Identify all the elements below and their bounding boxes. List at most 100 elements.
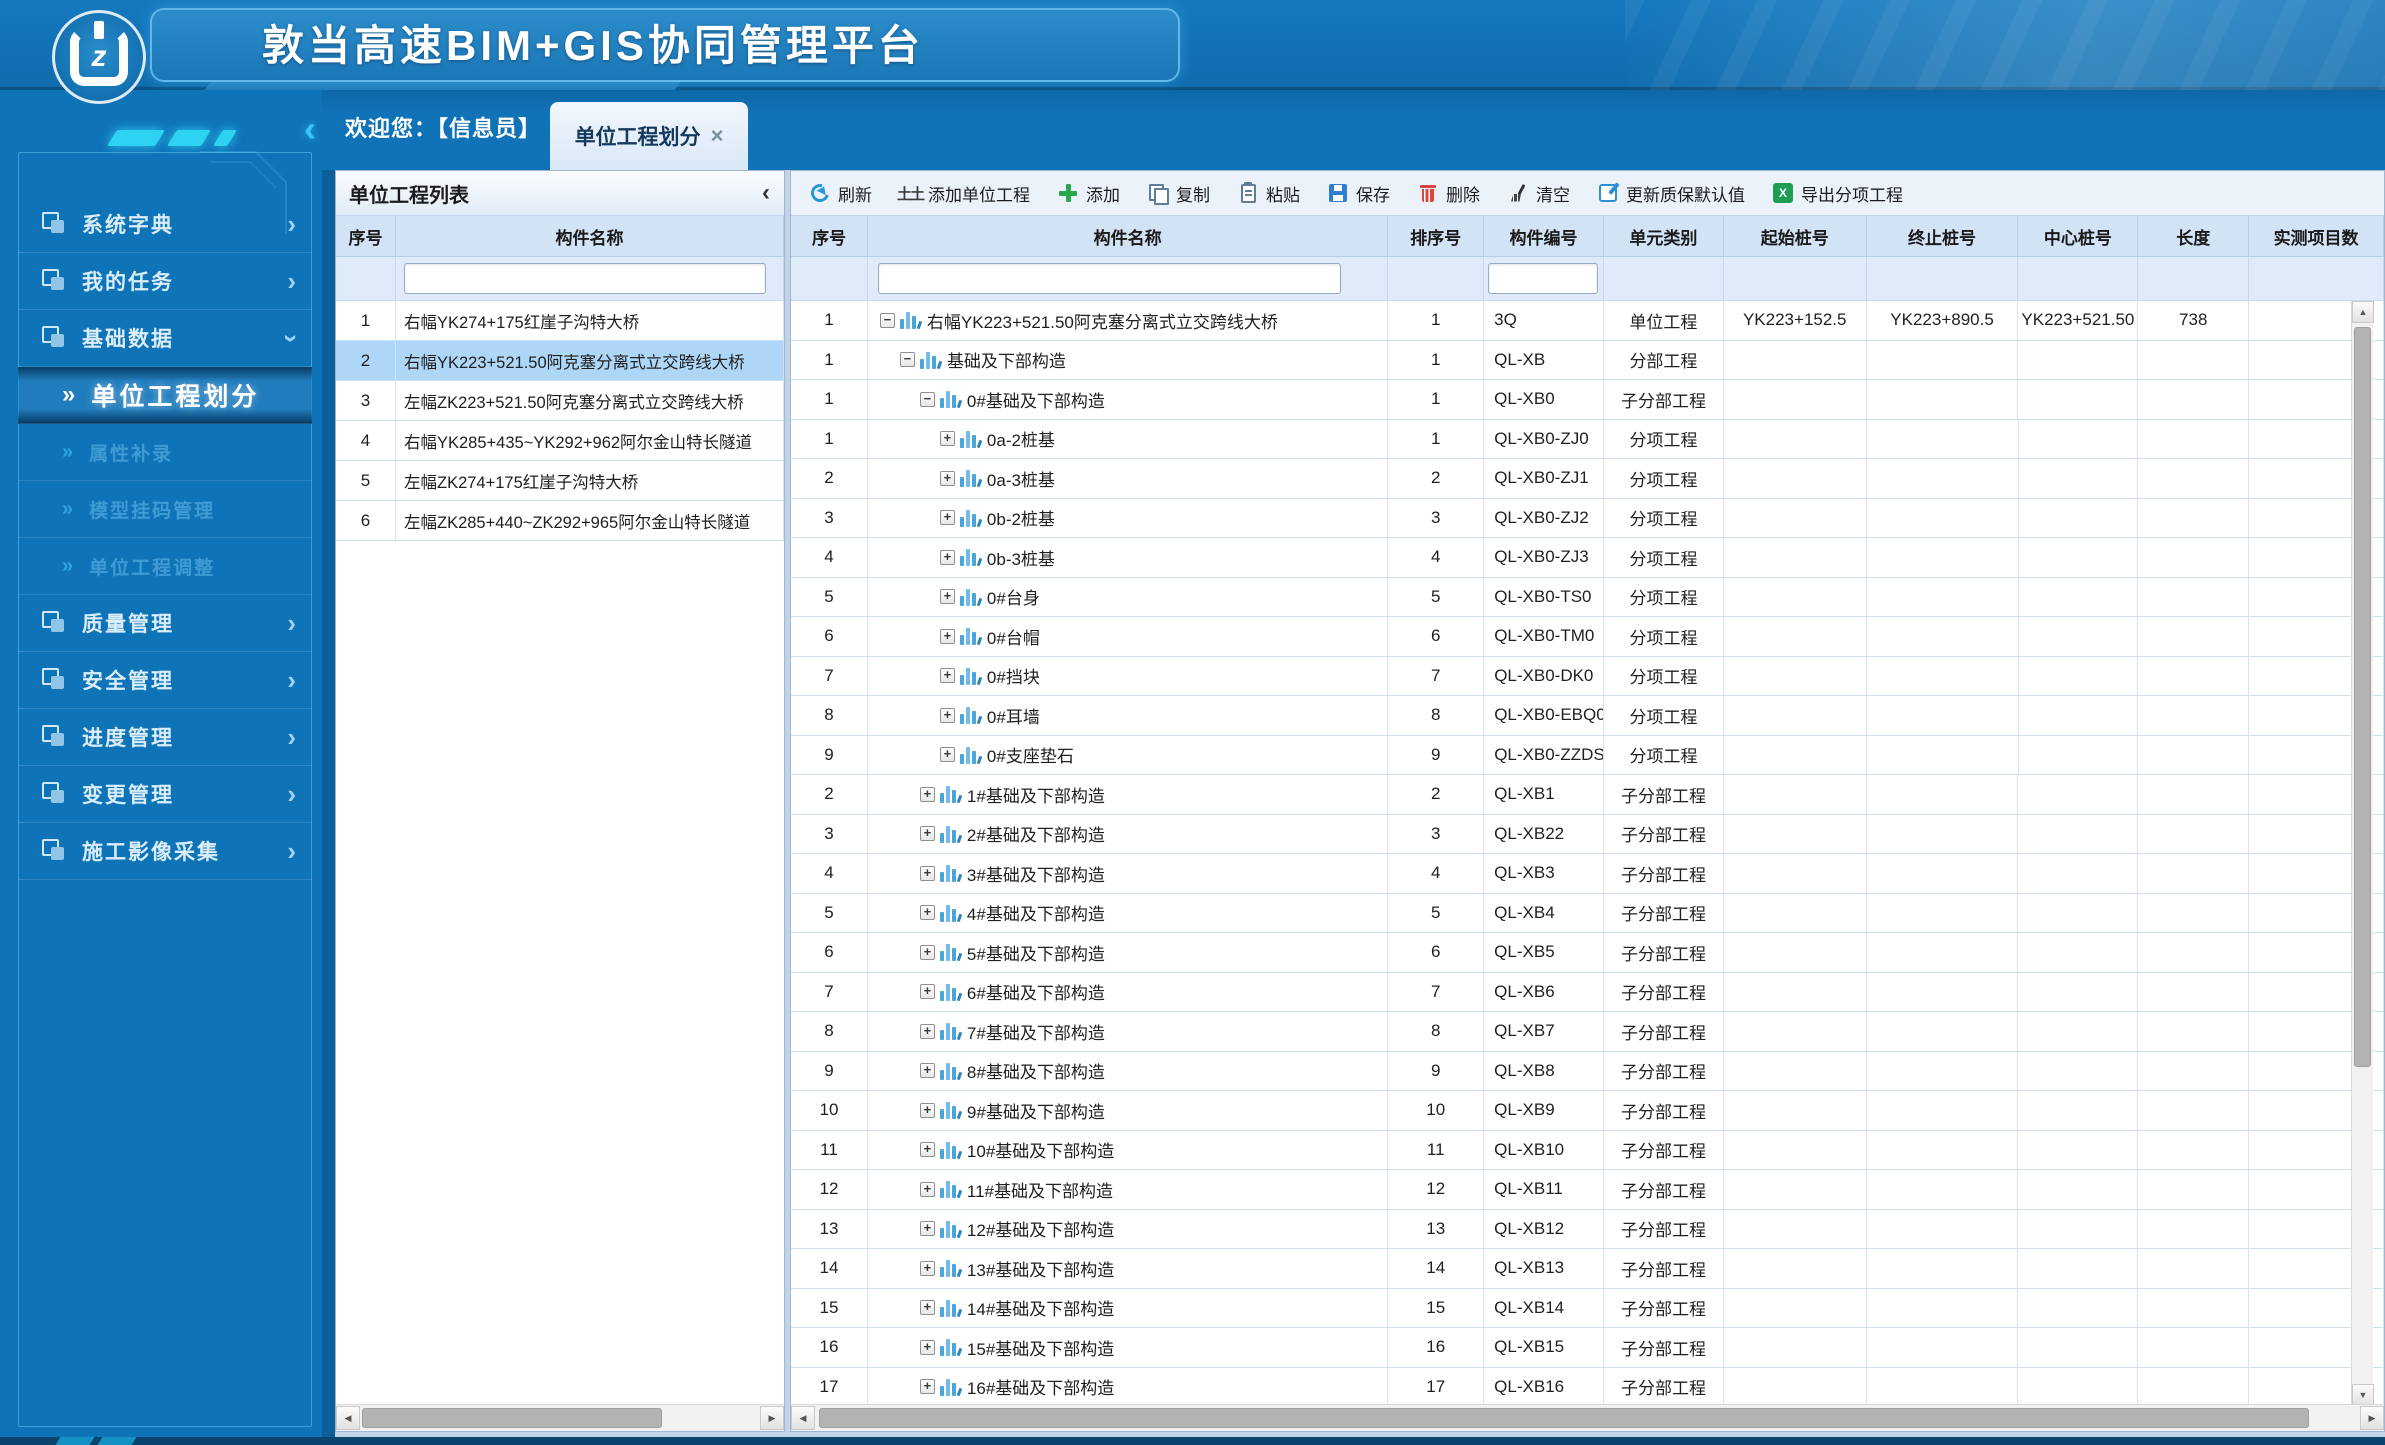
table-row[interactable]: 13+12#基础及下部构造13QL-XB12子分部工程 (791, 1210, 2384, 1250)
table-row[interactable]: 10+9#基础及下部构造10QL-XB9子分部工程 (791, 1091, 2384, 1131)
expand-node-icon[interactable]: + (940, 471, 955, 486)
expand-node-icon[interactable]: + (920, 826, 935, 841)
expand-node-icon[interactable]: + (920, 1024, 935, 1039)
table-row[interactable]: 1−右幅YK223+521.50阿克塞分离式立交跨线大桥13Q单位工程YK223… (791, 301, 2384, 341)
list-item[interactable]: 4右幅YK285+435~YK292+962阿尔金山特长隧道 (336, 421, 784, 461)
table-row[interactable]: 1−0#基础及下部构造1QL-XB0子分部工程 (791, 380, 2384, 420)
scroll-down-arrow-icon[interactable]: ▼ (2352, 1384, 2374, 1406)
table-row[interactable]: 5+4#基础及下部构造5QL-XB4子分部工程 (791, 894, 2384, 934)
sidebar-subitem-模型挂码管理[interactable]: »模型挂码管理 (18, 481, 312, 538)
expand-node-icon[interactable]: + (920, 1340, 935, 1355)
expand-node-icon[interactable]: + (920, 1103, 935, 1118)
table-row[interactable]: 17+16#基础及下部构造17QL-XB16子分部工程 (791, 1368, 2384, 1407)
sidebar-item-我的任务[interactable]: 我的任务› (18, 253, 312, 310)
toolbar-button-删除[interactable]: 删除 (1417, 181, 1480, 206)
expand-node-icon[interactable]: + (920, 945, 935, 960)
table-row[interactable]: 9+8#基础及下部构造9QL-XB8子分部工程 (791, 1052, 2384, 1092)
scroll-thumb[interactable] (2354, 327, 2371, 1067)
expand-node-icon[interactable]: + (920, 787, 935, 802)
sidebar-subitem-属性补录[interactable]: »属性补录 (18, 424, 312, 481)
sidebar-subitem-单位工程划分[interactable]: »单位工程划分 (18, 367, 312, 424)
toolbar-button-粘贴[interactable]: 粘贴 (1237, 181, 1300, 206)
table-row[interactable]: 1−基础及下部构造1QL-XB分部工程 (791, 341, 2384, 381)
expand-node-icon[interactable]: + (920, 1063, 935, 1078)
expand-node-icon[interactable]: + (940, 510, 955, 525)
code-filter-input[interactable] (1488, 263, 1598, 294)
collapse-node-icon[interactable]: − (880, 313, 895, 328)
list-item[interactable]: 3左幅ZK223+521.50阿克塞分离式立交跨线大桥 (336, 381, 784, 421)
expand-node-icon[interactable]: + (940, 708, 955, 723)
name-filter-input[interactable] (404, 263, 766, 294)
table-row[interactable]: 6+5#基础及下部构造6QL-XB5子分部工程 (791, 933, 2384, 973)
table-row[interactable]: 3+0b-2桩基3QL-XB0-ZJ2分项工程 (791, 499, 2384, 539)
expand-node-icon[interactable]: + (940, 550, 955, 565)
left-horizontal-scrollbar[interactable]: ◀ ▶ (336, 1404, 784, 1431)
table-row[interactable]: 6+0#台帽6QL-XB0-TM0分项工程 (791, 617, 2384, 657)
tab-unit-project-division[interactable]: 单位工程划分 × (550, 102, 748, 170)
sidebar-item-安全管理[interactable]: 安全管理› (18, 652, 312, 709)
table-row[interactable]: 4+0b-3桩基4QL-XB0-ZJ3分项工程 (791, 538, 2384, 578)
collapse-node-icon[interactable]: − (900, 352, 915, 367)
table-row[interactable]: 7+0#挡块7QL-XB0-DK0分项工程 (791, 657, 2384, 697)
list-item[interactable]: 2右幅YK223+521.50阿克塞分离式立交跨线大桥 (336, 341, 784, 381)
toolbar-button-更新质保默认值[interactable]: 更新质保默认值 (1597, 181, 1745, 206)
table-row[interactable]: 16+15#基础及下部构造16QL-XB15子分部工程 (791, 1328, 2384, 1368)
table-row[interactable]: 14+13#基础及下部构造14QL-XB13子分部工程 (791, 1249, 2384, 1289)
sidebar-item-变更管理[interactable]: 变更管理› (18, 766, 312, 823)
expand-node-icon[interactable]: + (940, 629, 955, 644)
sidebar-item-系统字典[interactable]: 系统字典› (18, 196, 312, 253)
table-row[interactable]: 1+0a-2桩基1QL-XB0-ZJ0分项工程 (791, 420, 2384, 460)
table-row[interactable]: 8+7#基础及下部构造8QL-XB7子分部工程 (791, 1012, 2384, 1052)
panel-collapse-icon[interactable]: ‹ (762, 179, 770, 207)
table-row[interactable]: 2+0a-3桩基2QL-XB0-ZJ1分项工程 (791, 459, 2384, 499)
expand-node-icon[interactable]: + (940, 747, 955, 762)
table-row[interactable]: 9+0#支座垫石9QL-XB0-ZZDS0分项工程 (791, 736, 2384, 776)
toolbar-button-添加[interactable]: 添加 (1057, 181, 1120, 206)
table-row[interactable]: 11+10#基础及下部构造11QL-XB10子分部工程 (791, 1131, 2384, 1171)
toolbar-button-保存[interactable]: 保存 (1327, 181, 1390, 206)
expand-node-icon[interactable]: + (920, 984, 935, 999)
table-row[interactable]: 3+2#基础及下部构造3QL-XB22子分部工程 (791, 815, 2384, 855)
main-horizontal-scrollbar[interactable]: ◀ ▶ (791, 1404, 2384, 1431)
expand-node-icon[interactable]: + (920, 866, 935, 881)
table-row[interactable]: 2+1#基础及下部构造2QL-XB1子分部工程 (791, 775, 2384, 815)
list-item[interactable]: 6左幅ZK285+440~ZK292+965阿尔金山特长隧道 (336, 501, 784, 541)
toolbar-button-刷新[interactable]: 刷新 (809, 181, 872, 206)
toolbar-button-导出分项工程[interactable]: X导出分项工程 (1772, 181, 1903, 206)
collapse-node-icon[interactable]: − (920, 392, 935, 407)
expand-node-icon[interactable]: + (920, 1221, 935, 1236)
main-vertical-scrollbar[interactable]: ▲ ▼ (2351, 301, 2373, 1406)
sidebar-item-基础数据[interactable]: 基础数据› (18, 310, 312, 367)
expand-node-icon[interactable]: + (920, 905, 935, 920)
expand-node-icon[interactable]: + (940, 431, 955, 446)
name-filter-input[interactable] (878, 263, 1341, 294)
table-row[interactable]: 5+0#台身5QL-XB0-TS0分项工程 (791, 578, 2384, 618)
table-row[interactable]: 8+0#耳墙8QL-XB0-EBQ0分项工程 (791, 696, 2384, 736)
table-row[interactable]: 7+6#基础及下部构造7QL-XB6子分部工程 (791, 973, 2384, 1013)
sidebar-collapse-icon[interactable]: ‹ (304, 108, 316, 150)
sidebar-subitem-单位工程调整[interactable]: »单位工程调整 (18, 538, 312, 595)
scroll-right-arrow-icon[interactable]: ▶ (2360, 1406, 2384, 1430)
scroll-thumb[interactable] (819, 1408, 2309, 1428)
sidebar-item-进度管理[interactable]: 进度管理› (18, 709, 312, 766)
scroll-up-arrow-icon[interactable]: ▲ (2352, 301, 2374, 323)
expand-node-icon[interactable]: + (920, 1261, 935, 1276)
expand-node-icon[interactable]: + (920, 1182, 935, 1197)
expand-node-icon[interactable]: + (940, 589, 955, 604)
list-item[interactable]: 5左幅ZK274+175红崖子沟特大桥 (336, 461, 784, 501)
sidebar-item-施工影像采集[interactable]: 施工影像采集› (18, 823, 312, 880)
table-row[interactable]: 12+11#基础及下部构造12QL-XB11子分部工程 (791, 1170, 2384, 1210)
expand-node-icon[interactable]: + (920, 1300, 935, 1315)
list-item[interactable]: 1右幅YK274+175红崖子沟特大桥 (336, 301, 784, 341)
scroll-thumb[interactable] (362, 1408, 662, 1428)
toolbar-button-添加单位工程[interactable]: 土土添加单位工程 (899, 181, 1030, 206)
scroll-right-arrow-icon[interactable]: ▶ (760, 1406, 784, 1430)
tab-close-icon[interactable]: × (711, 125, 724, 147)
expand-node-icon[interactable]: + (920, 1142, 935, 1157)
toolbar-button-清空[interactable]: 清空 (1507, 181, 1570, 206)
scroll-left-arrow-icon[interactable]: ◀ (336, 1406, 360, 1430)
toolbar-button-复制[interactable]: 复制 (1147, 181, 1210, 206)
expand-node-icon[interactable]: + (920, 1379, 935, 1394)
expand-node-icon[interactable]: + (940, 668, 955, 683)
table-row[interactable]: 15+14#基础及下部构造15QL-XB14子分部工程 (791, 1289, 2384, 1329)
